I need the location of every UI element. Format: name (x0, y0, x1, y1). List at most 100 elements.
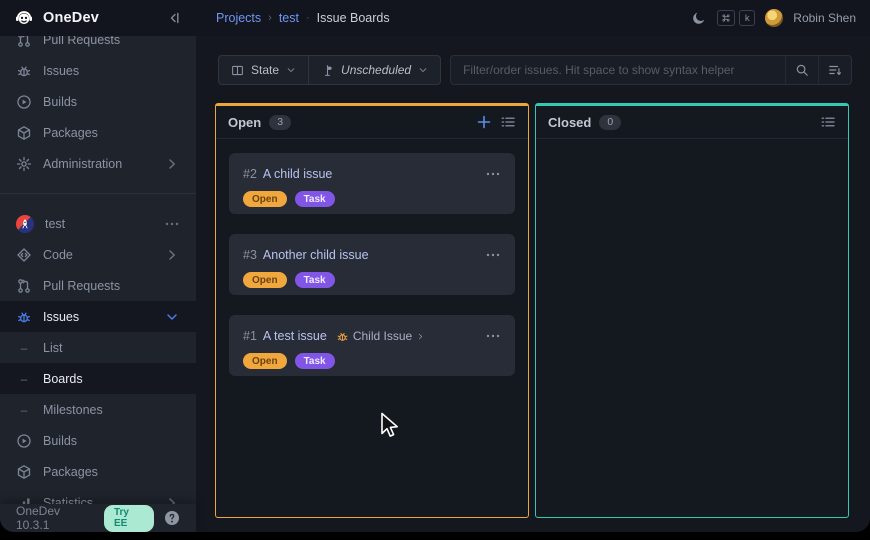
sidebar-item-packages[interactable]: Packages (0, 117, 196, 148)
sidebar-item-label: Milestones (43, 403, 103, 417)
breadcrumb-separator: › (268, 12, 272, 24)
bug-icon (336, 330, 349, 343)
bar-chart-icon (16, 495, 32, 505)
ellipsis-icon[interactable] (164, 216, 180, 232)
issue-card-3[interactable]: #3Another child issueOpenTask (229, 234, 515, 295)
chevron-right-icon (164, 495, 180, 505)
sidebar-item-issues[interactable]: Issues (0, 301, 196, 332)
sidebar-item-builds[interactable]: Builds (0, 425, 196, 456)
sidebar-item-pull-requests[interactable]: Pull Requests (0, 270, 196, 301)
breadcrumb-projects-link[interactable]: Projects (216, 11, 261, 25)
card-labels: OpenTask (243, 353, 501, 369)
sidebar-item-boards[interactable]: –Boards (0, 363, 196, 394)
card-labels: Open Task (243, 191, 501, 207)
column-body: #2 A child issue Open Task #3 Another child i… (216, 139, 528, 410)
sidebar-item-label: Builds (43, 434, 77, 448)
sidebar-item-label: Packages (43, 465, 98, 479)
sidebar: Pull RequestsIssuesBuildsPackagesAdminis… (0, 36, 196, 532)
project-avatar (16, 215, 34, 233)
search-icon (795, 63, 809, 77)
try-ee-badge[interactable]: Try EE (104, 505, 154, 532)
board-columns-icon (231, 64, 244, 77)
shortcut-hint: k (717, 10, 755, 26)
onedev-app: OneDev Projects › test · Issue Boards (0, 0, 870, 532)
sidebar-nav: Pull RequestsIssuesBuildsPackagesAdminis… (0, 36, 196, 504)
label-pill-open: Open (243, 191, 287, 207)
order-button[interactable] (818, 56, 851, 84)
column-menu-icon[interactable] (820, 114, 836, 130)
issue-card-1[interactable]: #1 A test issue Child Issue OpenTask (229, 315, 515, 376)
brand-name: OneDev (43, 10, 99, 26)
issue-number: #3 (243, 248, 257, 262)
pull-request-icon (16, 36, 32, 48)
milestone-icon (321, 64, 334, 77)
sidebar-item-label: Administration (43, 157, 122, 171)
issue-number: #1 (243, 329, 257, 343)
sort-order-icon (828, 63, 842, 77)
user-avatar[interactable] (765, 9, 783, 27)
chevron-down-icon (164, 309, 180, 325)
card-menu-icon[interactable] (485, 166, 501, 182)
sidebar-item-code[interactable]: Code (0, 239, 196, 270)
sidebar-item-label: Statistics (43, 496, 93, 505)
bug-icon (16, 63, 32, 79)
sidebar-item-label: Pull Requests (43, 279, 120, 293)
top-bar: OneDev Projects › test · Issue Boards (0, 0, 870, 36)
issue-title[interactable]: A child issue (263, 167, 332, 181)
sidebar-item-test[interactable]: test (0, 208, 196, 239)
label-pill-open: Open (243, 353, 287, 369)
card-menu-icon[interactable] (485, 247, 501, 263)
label-pill-task: Task (295, 272, 335, 288)
play-circle-icon (16, 94, 32, 110)
sidebar-item-builds[interactable]: Builds (0, 86, 196, 117)
sidebar-item-packages[interactable]: Packages (0, 456, 196, 487)
filter-bar: State Unscheduled (218, 55, 852, 85)
bug-icon (16, 309, 32, 325)
dark-mode-moon-icon[interactable] (691, 10, 707, 26)
column-header: Closed 0 (536, 106, 848, 139)
filter-input-wrap (450, 55, 852, 85)
column-body (536, 139, 848, 167)
state-filter-button[interactable]: State (219, 56, 308, 84)
gear-icon (16, 156, 32, 172)
column-title: Open (228, 115, 261, 130)
sidebar-item-label: Code (43, 248, 73, 262)
column-title: Closed (548, 115, 591, 130)
help-icon[interactable] (164, 510, 180, 526)
breadcrumb-current-page: Issue Boards (317, 11, 390, 25)
collapse-sidebar-icon[interactable] (166, 10, 182, 26)
sidebar-item-label: Packages (43, 126, 98, 140)
sidebar-item-milestones[interactable]: –Milestones (0, 394, 196, 425)
column-header: Open3 (216, 106, 528, 139)
child-issue-link[interactable]: Child Issue (336, 329, 425, 343)
add-issue-icon[interactable] (476, 114, 492, 130)
label-pill-task: Task (295, 191, 335, 207)
user-name[interactable]: Robin Shen (793, 11, 856, 25)
sidebar-item-pull-requests[interactable]: Pull Requests (0, 36, 196, 55)
sidebar-item-statistics[interactable]: Statistics (0, 487, 196, 504)
column-count-badge: 0 (599, 115, 621, 130)
search-button[interactable] (785, 56, 818, 84)
filter-button-group: State Unscheduled (218, 55, 441, 85)
breadcrumb: Projects › test · Issue Boards (196, 11, 390, 25)
breadcrumb-separator: · (306, 12, 310, 24)
filter-input[interactable] (451, 56, 785, 84)
breadcrumb-project-link[interactable]: test (279, 11, 299, 25)
sidebar-divider (0, 193, 196, 194)
issue-card-2[interactable]: #2 A child issue Open Task (229, 153, 515, 214)
milestone-filter-label: Unscheduled (341, 63, 411, 77)
issue-title[interactable]: A test issue (263, 329, 327, 343)
chevron-right-icon (164, 156, 180, 172)
issue-title[interactable]: Another child issue (263, 248, 369, 262)
sidebar-item-issues[interactable]: Issues (0, 55, 196, 86)
sidebar-item-administration[interactable]: Administration (0, 148, 196, 179)
code-diamond-icon (16, 247, 32, 263)
milestone-filter-button[interactable]: Unscheduled (308, 56, 440, 84)
issue-number: #2 (243, 167, 257, 181)
board-column-closed: Closed 0 (535, 103, 849, 518)
card-menu-icon[interactable] (485, 328, 501, 344)
version-label: OneDev 10.3.1 (16, 504, 94, 532)
chevron-right-icon (164, 247, 180, 263)
column-menu-icon[interactable] (500, 114, 516, 130)
sidebar-item-list[interactable]: –List (0, 332, 196, 363)
